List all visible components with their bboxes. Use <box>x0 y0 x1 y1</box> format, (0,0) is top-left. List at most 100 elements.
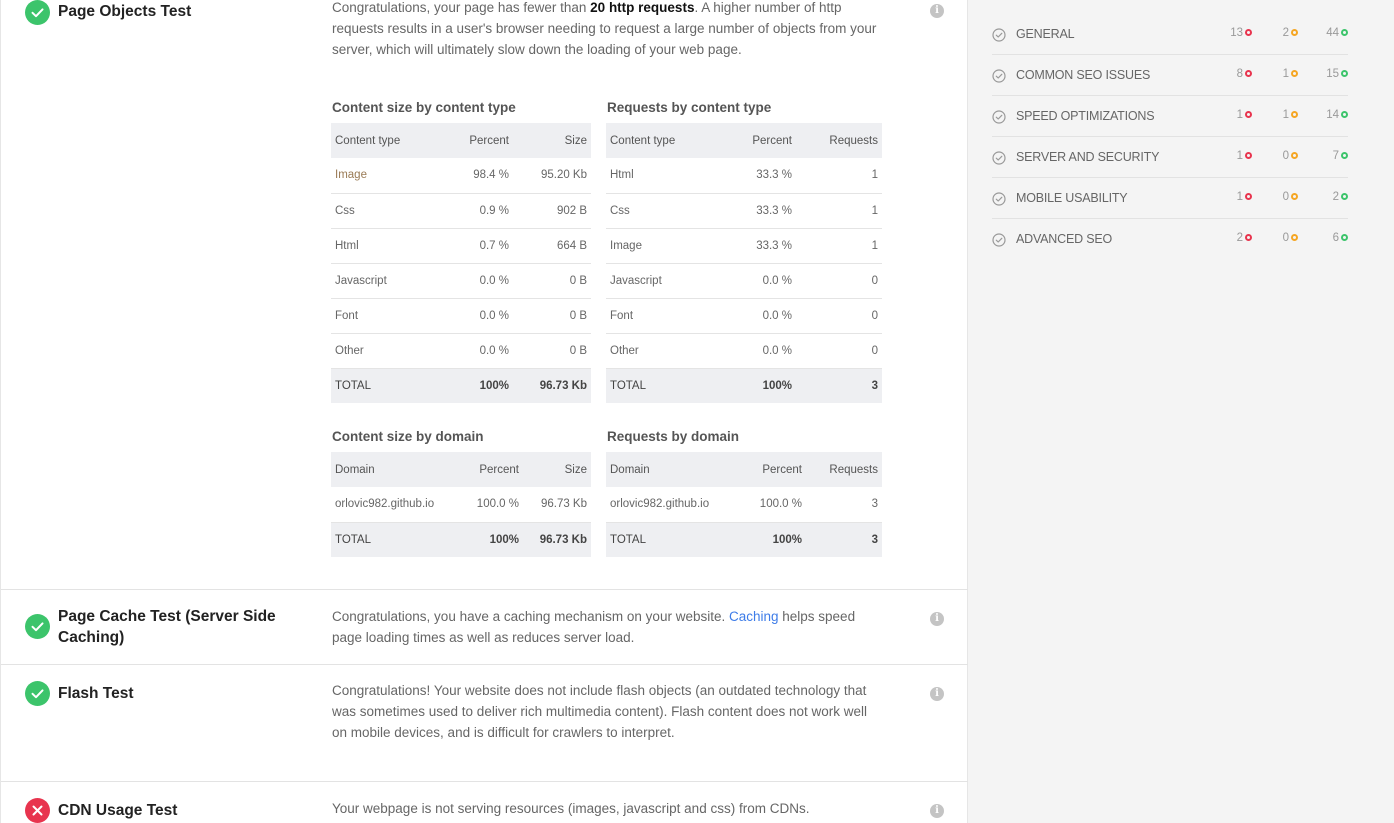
table-row: Font 0.0 % 0 B <box>331 298 591 334</box>
table-row: Other 0.0 % 0 B <box>331 333 591 369</box>
column-header: Domain <box>606 452 736 487</box>
table-row: orlovic982.github.io 100.0 % 96.73 Kb <box>331 487 591 523</box>
test-description: Your webpage is not serving resources (i… <box>332 801 810 816</box>
category-row[interactable]: GENERAL 13 2 44 <box>992 14 1348 55</box>
requests-by-type-table: Content type Percent Requests Html 33.3 % 1 Cs… <box>606 123 882 403</box>
flash-test: Flash Test Congratulations! Your website… <box>1 665 968 782</box>
status-dot-icon <box>1291 70 1298 77</box>
category-row[interactable]: COMMON SEO ISSUES 8 1 15 <box>992 55 1348 96</box>
failed-count-value: 1 <box>1236 109 1243 121</box>
status-dot-icon <box>1245 234 1252 241</box>
category-label: MOBILE USABILITY <box>1016 191 1128 205</box>
passed-count-value: 6 <box>1332 232 1339 244</box>
column-header: Domain <box>331 452 461 487</box>
table-row: Css 33.3 % 1 <box>606 193 882 229</box>
warning-count-value: 1 <box>1282 68 1289 80</box>
test-title: CDN Usage Test <box>58 802 178 819</box>
warning-count-value: 0 <box>1282 150 1289 162</box>
table-cell: 100.0 % <box>461 487 523 523</box>
passed-count: 7 <box>1308 150 1348 162</box>
passed-count-value: 14 <box>1326 109 1339 121</box>
table-cell: Font <box>331 298 449 334</box>
table-cell: 33.3 % <box>724 158 796 194</box>
table-header-row: Content type Percent Size <box>331 123 591 158</box>
content-size-by-domain-table: Domain Percent Size orlovic982.github.io 100… <box>331 452 591 557</box>
table-title: Requests by domain <box>607 429 740 444</box>
table-title: Content size by domain <box>332 429 484 444</box>
category-row[interactable]: ADVANCED SEO 2 0 6 <box>992 219 1348 260</box>
table-row: Javascript 0.0 % 0 <box>606 263 882 299</box>
table-row: Other 0.0 % 0 <box>606 333 882 369</box>
table-total-row: TOTAL 100% 96.73 Kb <box>331 522 591 557</box>
table-cell: Other <box>331 333 449 369</box>
passed-count-value: 15 <box>1326 68 1339 80</box>
table-cell: 0 B <box>513 298 591 334</box>
info-icon[interactable]: i <box>930 804 944 818</box>
table-total-cell: TOTAL <box>606 368 724 403</box>
failed-count: 2 <box>1212 232 1252 244</box>
failed-count-value: 1 <box>1236 191 1243 203</box>
table-row: Image 33.3 % 1 <box>606 228 882 264</box>
test-results-panel: Page Objects Test Congratulations, your … <box>0 0 968 823</box>
failed-count: 1 <box>1212 191 1252 203</box>
table-cell: Javascript <box>606 263 724 299</box>
warning-count: 0 <box>1258 191 1298 203</box>
table-cell: 33.3 % <box>724 228 796 264</box>
info-icon[interactable]: i <box>930 612 944 626</box>
column-header: Content type <box>331 123 449 158</box>
table-row: Html 33.3 % 1 <box>606 158 882 194</box>
column-header: Percent <box>724 123 796 158</box>
table-total-cell: 96.73 Kb <box>523 522 591 557</box>
table-cell: 0.0 % <box>724 298 796 334</box>
category-summary-sidebar: GENERAL 13 2 44 COMMON SEO ISSUES 8 1 15 SPEED O… <box>968 0 1394 823</box>
table-cell: 95.20 Kb <box>513 158 591 194</box>
fail-x-icon <box>25 798 50 823</box>
status-dot-icon <box>1291 152 1298 159</box>
table-cell: 33.3 % <box>724 193 796 229</box>
category-row[interactable]: SPEED OPTIMIZATIONS 1 1 14 <box>992 96 1348 137</box>
info-icon[interactable]: i <box>930 4 944 18</box>
table-cell: Image <box>606 228 724 264</box>
passed-count: 14 <box>1308 109 1348 121</box>
table-cell: 96.73 Kb <box>523 487 591 523</box>
category-label: GENERAL <box>1016 27 1075 41</box>
status-dot-icon <box>1245 193 1252 200</box>
check-circle-icon <box>992 28 1006 42</box>
passed-count: 44 <box>1308 27 1348 39</box>
failed-count: 8 <box>1212 68 1252 80</box>
passed-count-value: 2 <box>1332 191 1339 203</box>
page-objects-test: Page Objects Test Congratulations, your … <box>1 0 968 590</box>
status-dot-icon <box>1341 29 1348 36</box>
table-cell: 664 B <box>513 228 591 264</box>
content-size-by-type-table: Content type Percent Size Image 98.4 % 95.20 … <box>331 123 591 403</box>
status-dot-icon <box>1291 111 1298 118</box>
table-total-cell: 100% <box>724 368 796 403</box>
table-cell: 100.0 % <box>736 487 806 523</box>
column-header: Percent <box>736 452 806 487</box>
table-total-row: TOTAL 100% 3 <box>606 522 882 557</box>
caching-link[interactable]: Caching <box>729 609 779 624</box>
pass-check-icon <box>25 681 50 706</box>
table-cell: 1 <box>796 228 882 264</box>
table-header-row: Content type Percent Requests <box>606 123 882 158</box>
category-label: COMMON SEO ISSUES <box>1016 68 1151 82</box>
table-cell: Css <box>331 193 449 229</box>
status-dot-icon <box>1291 193 1298 200</box>
category-row[interactable]: MOBILE USABILITY 1 0 2 <box>992 178 1348 219</box>
category-row[interactable]: SERVER AND SECURITY 1 0 7 <box>992 137 1348 178</box>
column-header: Size <box>523 452 591 487</box>
table-row: Css 0.9 % 902 B <box>331 193 591 229</box>
table-total-cell: 3 <box>796 368 882 403</box>
table-cell: 0.0 % <box>724 333 796 369</box>
failed-count-value: 1 <box>1236 150 1243 162</box>
table-cell: Image <box>331 158 449 194</box>
passed-count: 15 <box>1308 68 1348 80</box>
info-icon[interactable]: i <box>930 687 944 701</box>
table-header-row: Domain Percent Size <box>331 452 591 487</box>
category-label: SPEED OPTIMIZATIONS <box>1016 109 1155 123</box>
table-cell: 0.9 % <box>449 193 513 229</box>
table-row: orlovic982.github.io 100.0 % 3 <box>606 487 882 523</box>
table-cell: 0 <box>796 263 882 299</box>
table-total-cell: 100% <box>449 368 513 403</box>
table-cell: Font <box>606 298 724 334</box>
